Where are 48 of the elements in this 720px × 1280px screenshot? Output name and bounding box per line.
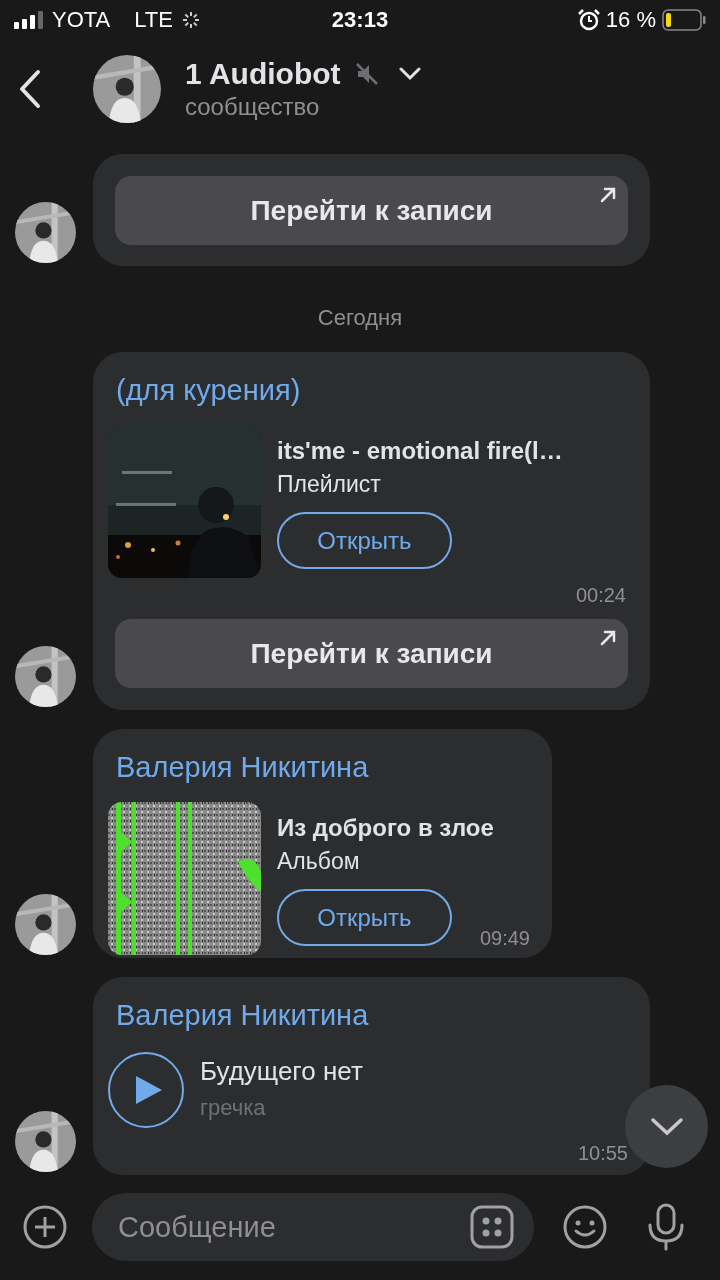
loading-icon bbox=[181, 10, 201, 30]
plus-icon bbox=[22, 1204, 68, 1250]
back-icon bbox=[18, 69, 42, 109]
battery-icon bbox=[662, 9, 706, 31]
open-button[interactable]: Открыть bbox=[277, 889, 452, 946]
track-artist: гречка bbox=[200, 1094, 267, 1121]
sender-name[interactable]: Валерия Никитина bbox=[108, 741, 530, 784]
avatar bbox=[15, 1111, 76, 1172]
network-type: LTE bbox=[134, 7, 173, 33]
signal-icon bbox=[14, 11, 44, 29]
card-title: Из доброго в злое bbox=[277, 814, 494, 842]
card-title: its'me - emotional fire(l… bbox=[277, 437, 563, 465]
alarm-icon bbox=[577, 9, 600, 31]
clock: 23:13 bbox=[331, 7, 389, 32]
chevron-down-icon[interactable] bbox=[398, 67, 421, 81]
chevron-down-icon bbox=[649, 1116, 684, 1137]
message-field[interactable]: Сообщение bbox=[92, 1193, 534, 1261]
voice-button[interactable] bbox=[646, 1203, 686, 1251]
emoji-button[interactable] bbox=[562, 1204, 608, 1250]
avatar bbox=[15, 646, 76, 707]
message-time: 10:55 bbox=[577, 1142, 628, 1165]
message-time: 00:24 bbox=[575, 584, 626, 607]
avatar bbox=[15, 894, 76, 955]
open-button[interactable]: Открыть bbox=[277, 512, 452, 569]
play-button[interactable] bbox=[108, 1052, 184, 1128]
avatar bbox=[15, 202, 76, 263]
dice-icon[interactable] bbox=[470, 1205, 514, 1249]
arrow-icon bbox=[598, 628, 618, 648]
sender-name[interactable]: Валерия Никитина bbox=[108, 989, 628, 1032]
chat-subtitle: сообщество bbox=[185, 93, 321, 121]
card-subtitle: Плейлист bbox=[277, 471, 382, 498]
sender-text: (для курения) bbox=[115, 373, 302, 407]
arrow-icon bbox=[598, 185, 618, 205]
go-to-post-button[interactable]: Перейти к записи bbox=[115, 619, 628, 688]
microphone-icon bbox=[646, 1203, 686, 1251]
message-input[interactable]: Сообщение bbox=[116, 1209, 470, 1245]
add-button[interactable] bbox=[22, 1204, 68, 1250]
date-divider: Сегодня bbox=[316, 305, 404, 331]
track-title: Будущего нет bbox=[200, 1055, 363, 1087]
battery-percent: 16 % bbox=[605, 7, 656, 33]
card-subtitle: Альбом bbox=[277, 848, 361, 875]
chat-title[interactable]: 1 Audiobot bbox=[185, 57, 341, 91]
go-to-post-button[interactable]: Перейти к записи bbox=[115, 176, 628, 245]
carrier-name: YOTA bbox=[52, 7, 111, 33]
play-icon bbox=[136, 1076, 162, 1104]
smiley-icon bbox=[562, 1204, 608, 1250]
sender-link[interactable]: (для курения bbox=[116, 374, 291, 406]
message-time: 09:49 bbox=[479, 927, 530, 950]
